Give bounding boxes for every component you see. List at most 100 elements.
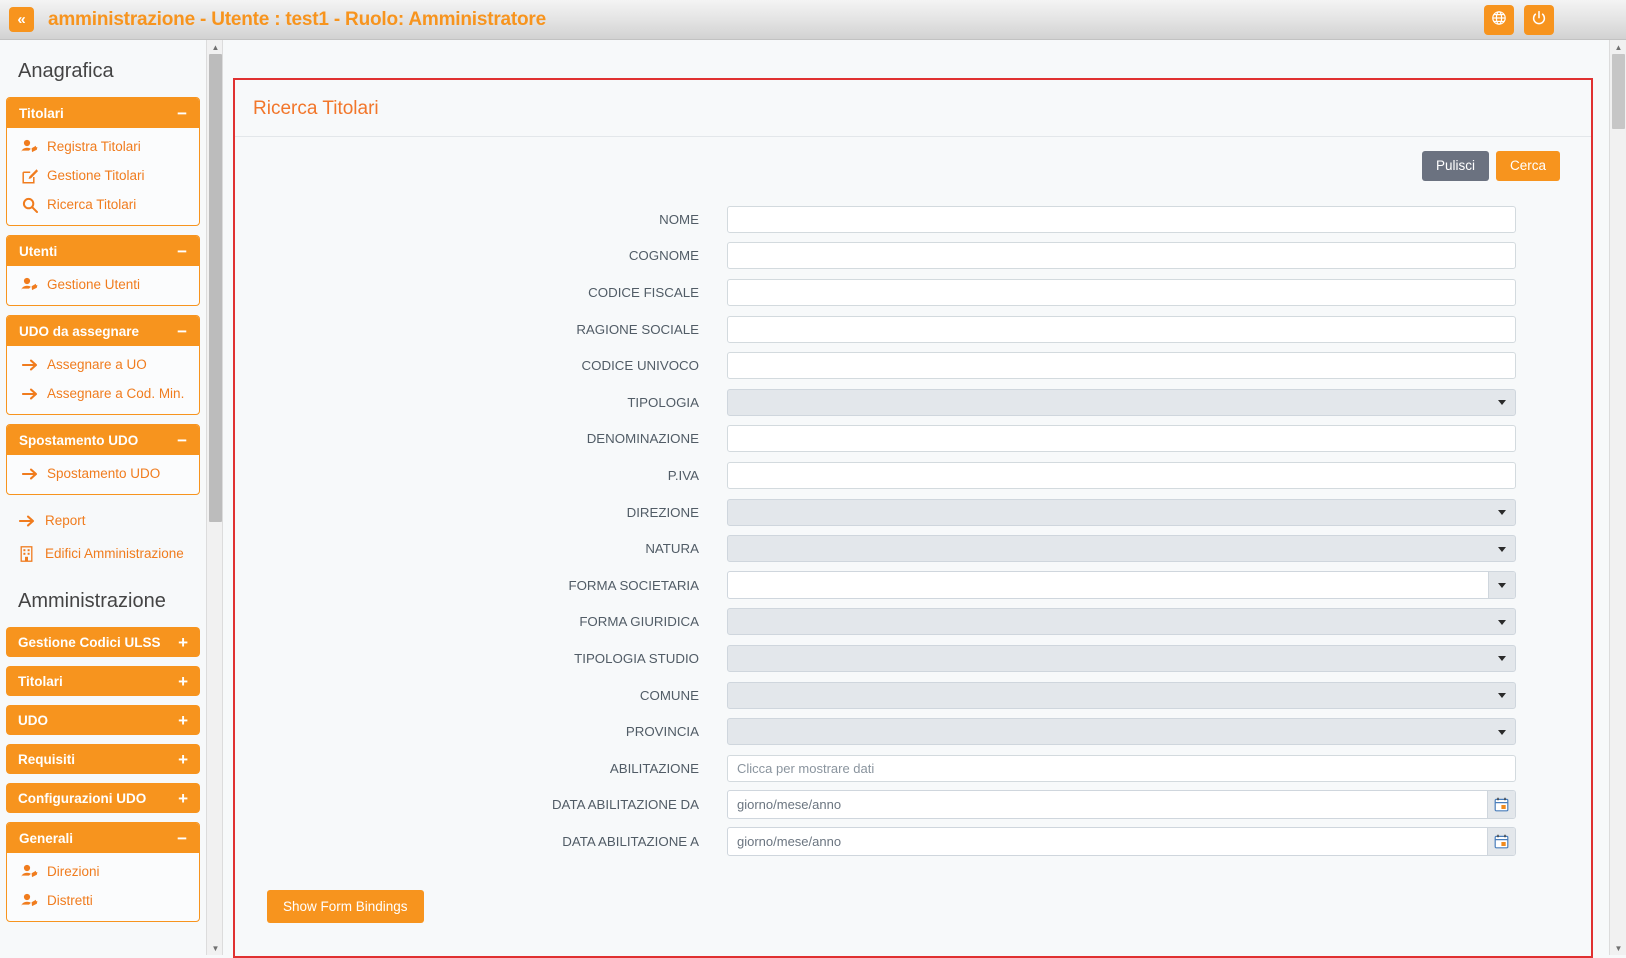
cognome-input[interactable] <box>727 242 1516 270</box>
sidebar-panel-header[interactable]: Gestione Codici ULSS + <box>6 627 200 657</box>
tipologia-select[interactable] <box>727 388 1516 416</box>
form-control <box>727 681 1516 709</box>
codice-univoco-input[interactable] <box>727 352 1516 380</box>
form-label: NOME <box>659 211 699 227</box>
forma-giuridica-select[interactable] <box>727 608 1516 636</box>
form-row: CODICE UNIVOCO <box>253 347 1573 384</box>
sidebar-collapse-button[interactable]: « <box>9 7 34 32</box>
sidebar-panel-body: Assegnare a UO Assegnare a Cod. Min. <box>7 346 199 414</box>
collapse-minus-icon[interactable]: − <box>177 243 187 260</box>
sidebar: Anagrafica Titolari − Registra Titolari Gest… <box>0 40 206 955</box>
abilitazione-input[interactable] <box>727 754 1516 782</box>
collapse-minus-icon[interactable]: − <box>177 105 187 122</box>
window-scrollbar[interactable]: ▲ ▼ <box>1609 40 1626 955</box>
sidebar-panel-header[interactable]: Titolari − <box>7 98 199 128</box>
sidebar-panel-label: Titolari <box>19 105 64 121</box>
form-row: COMUNE <box>253 677 1573 714</box>
sidebar-item-distretti[interactable]: Distretti <box>7 886 199 915</box>
expand-plus-icon[interactable]: + <box>178 673 188 690</box>
search-icon <box>21 196 38 213</box>
natura-select[interactable] <box>727 535 1516 563</box>
form-row: PROVINCIA <box>253 713 1573 750</box>
sidebar-panel-header[interactable]: Titolari + <box>6 666 200 696</box>
sidebar-content: Anagrafica Titolari − Registra Titolari Gest… <box>0 40 206 922</box>
sidebar-panel: Spostamento UDO − Spostamento UDO <box>6 424 200 495</box>
show-form-bindings-button[interactable]: Show Form Bindings <box>267 889 424 923</box>
sidebar-panel-header[interactable]: UDO + <box>6 705 200 735</box>
page-title: Ricerca Titolari <box>253 98 379 119</box>
form-row: FORMA SOCIETARIA <box>253 567 1573 604</box>
sidebar-item-edifici-amministrazione[interactable]: Edifici Amministrazione <box>0 537 206 570</box>
comune-select[interactable] <box>727 681 1516 709</box>
scroll-down-arrow-icon[interactable]: ▼ <box>207 941 224 955</box>
data-abilitazione-da-input[interactable] <box>728 791 1487 819</box>
sidebar-scrollbar[interactable]: ▲ ▼ <box>206 40 223 955</box>
clear-button[interactable]: Pulisci <box>1421 151 1489 181</box>
form-row: NOME <box>253 201 1573 238</box>
data-abilitazione-a-calendar-button[interactable] <box>1487 827 1515 855</box>
sidebar-item-label: Gestione Titolari <box>47 168 145 183</box>
form-row: ABILITAZIONE <box>253 750 1573 787</box>
window-scroll-down-arrow-icon[interactable]: ▼ <box>1610 941 1626 955</box>
sidebar-item-assegnare-a-cod-min[interactable]: Assegnare a Cod. Min. <box>7 379 199 408</box>
window-scroll-up-arrow-icon[interactable]: ▲ <box>1610 40 1626 54</box>
form-row: NATURA <box>253 530 1573 567</box>
collapse-minus-icon[interactable]: − <box>177 432 187 449</box>
sidebar-item-gestione-titolari[interactable]: Gestione Titolari <box>7 161 199 190</box>
arrow-right-icon <box>18 512 35 529</box>
sidebar-panel-header[interactable]: Configurazioni UDO + <box>6 783 200 813</box>
form-control <box>727 790 1516 820</box>
sidebar-panel: Titolari − Registra Titolari Gestione Titol… <box>6 97 200 226</box>
data-abilitazione-a-input[interactable] <box>728 827 1487 855</box>
user-add-icon <box>21 892 38 909</box>
collapse-minus-icon[interactable]: − <box>177 323 187 340</box>
collapse-minus-icon[interactable]: − <box>177 830 187 847</box>
expand-plus-icon[interactable]: + <box>178 751 188 768</box>
sidebar-panel-header[interactable]: Requisiti + <box>6 744 200 774</box>
sidebar-item-gestione-utenti[interactable]: Gestione Utenti <box>7 270 199 299</box>
sidebar-item-registra-titolari[interactable]: Registra Titolari <box>7 132 199 161</box>
chevron-down-icon <box>1498 729 1506 735</box>
ragione-sociale-input[interactable] <box>727 315 1516 343</box>
sidebar-panel-header[interactable]: Spostamento UDO − <box>7 425 199 455</box>
form-control <box>727 718 1516 746</box>
denominazione-input[interactable] <box>727 425 1516 453</box>
sidebar-item-ricerca-titolari[interactable]: Ricerca Titolari <box>7 190 199 219</box>
expand-plus-icon[interactable]: + <box>178 712 188 729</box>
form-control <box>727 242 1516 270</box>
sidebar-panel-header[interactable]: UDO da assegnare − <box>7 316 199 346</box>
nome-input[interactable] <box>727 205 1516 233</box>
sidebar-panel-header[interactable]: Generali − <box>7 823 199 853</box>
forma-societaria-dropdown-button[interactable] <box>1488 572 1515 599</box>
form-row: DATA ABILITAZIONE DA <box>253 787 1573 824</box>
sidebar-scrollbar-thumb[interactable] <box>209 54 222 522</box>
expand-plus-icon[interactable]: + <box>178 790 188 807</box>
sidebar-panel: Titolari + <box>6 666 200 696</box>
sidebar-item-spostamento-udo[interactable]: Spostamento UDO <box>7 459 199 488</box>
direzione-select[interactable] <box>727 498 1516 526</box>
data-abilitazione-da-calendar-button[interactable] <box>1487 791 1515 819</box>
form-control <box>727 608 1516 636</box>
form-label: CODICE FISCALE <box>588 284 699 300</box>
sidebar-item-assegnare-a-uo[interactable]: Assegnare a UO <box>7 350 199 379</box>
form-label: TIPOLOGIA <box>627 394 699 410</box>
logout-button[interactable] <box>1524 5 1554 35</box>
power-icon <box>1531 10 1547 31</box>
window-scrollbar-thumb[interactable] <box>1612 54 1625 129</box>
sidebar-panel-header[interactable]: Utenti − <box>7 236 199 266</box>
forma-societaria-combobox[interactable] <box>727 571 1516 600</box>
sidebar-panel-body: Registra Titolari Gestione Titolari Ricerc… <box>7 128 199 225</box>
language-button[interactable] <box>1484 5 1514 35</box>
scroll-up-arrow-icon[interactable]: ▲ <box>207 40 224 54</box>
provincia-select[interactable] <box>727 718 1516 746</box>
search-button[interactable]: Cerca <box>1495 151 1560 181</box>
sidebar-item-report[interactable]: Report <box>0 504 206 537</box>
form-row: CODICE FISCALE <box>253 274 1573 311</box>
codice-fiscale-input[interactable] <box>727 278 1516 306</box>
tipologia-studio-select[interactable] <box>727 644 1516 672</box>
p-iva-input[interactable] <box>727 461 1516 489</box>
expand-plus-icon[interactable]: + <box>178 634 188 651</box>
sidebar-panel: Requisiti + <box>6 744 200 774</box>
search-form: NOME COGNOME CODICE FISCALE RAGIONE SOCIALE… <box>253 201 1573 860</box>
sidebar-item-direzioni[interactable]: Direzioni <box>7 857 199 886</box>
